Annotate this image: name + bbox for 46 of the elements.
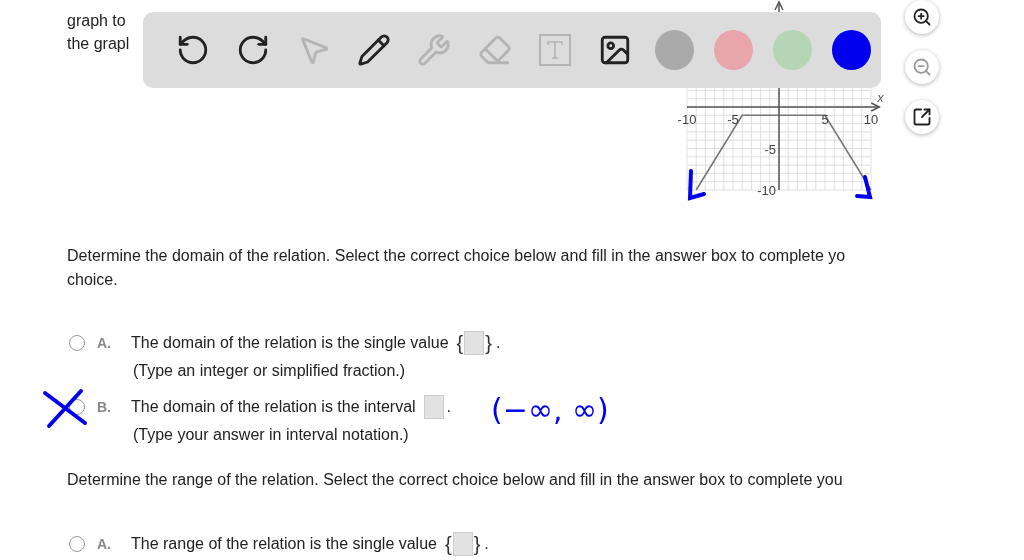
answer-box[interactable]	[464, 331, 485, 355]
hint-text: (Type an integer or simplified fraction.)	[133, 361, 406, 381]
prompt-text: Determine the domain of the relation. Select the correct choice below and fill in the answer box to complete yo	[67, 246, 846, 266]
tick-label: -5	[764, 141, 776, 157]
wrench-icon	[417, 33, 452, 67]
option-text: The range of the relation is the single value	[131, 535, 437, 553]
color-swatch[interactable]	[714, 30, 754, 70]
color-swatch[interactable]	[655, 30, 695, 70]
question-text: graph to	[67, 11, 126, 31]
pencil-icon	[357, 33, 392, 67]
color-swatch[interactable]	[832, 30, 871, 70]
brace: }	[485, 331, 492, 355]
tick-label: -10	[757, 183, 776, 198]
option-text: The domain of the relation is the single value	[131, 334, 449, 352]
option-letter: A.	[97, 335, 112, 351]
answer-box[interactable]	[423, 395, 444, 419]
pop-out-button[interactable]	[905, 100, 939, 134]
period: .	[446, 398, 452, 416]
color-swatch[interactable]	[773, 30, 813, 70]
tick-label: -5	[727, 112, 739, 127]
option-text: The domain of the relation is the interval	[131, 398, 416, 416]
eraser-icon	[477, 33, 512, 67]
prompt-text: choice.	[67, 270, 118, 290]
option-letter: B.	[97, 399, 112, 415]
prompt-text: Determine the range of the relation. Select the correct choice below and fill in the answer box to complete you	[67, 470, 843, 490]
period: .	[484, 535, 489, 553]
zoom-out-button[interactable]	[905, 50, 939, 84]
brace: {	[444, 532, 452, 556]
hint-text: (Type your answer in interval notation.)	[133, 425, 409, 445]
zoom-in-button[interactable]	[905, 0, 939, 34]
tick-label: 5	[821, 112, 829, 127]
brace: {	[456, 331, 464, 355]
handwritten-annotation: (−∞, ∞)	[491, 392, 609, 428]
question-text: the grapl	[67, 34, 130, 54]
option-letter: A.	[97, 536, 112, 552]
tick-label: -10	[677, 112, 697, 127]
handwritten-stroke	[687, 169, 706, 201]
radio-button[interactable]	[69, 335, 85, 351]
radio-button[interactable]	[69, 536, 85, 552]
brace: }	[473, 532, 481, 556]
handwritten-stroke	[855, 175, 873, 200]
period: .	[495, 334, 501, 352]
answer-box[interactable]	[452, 532, 473, 556]
axis-label: x	[877, 91, 884, 105]
tick-label: 10	[863, 112, 879, 127]
text-tool-icon	[538, 34, 571, 66]
